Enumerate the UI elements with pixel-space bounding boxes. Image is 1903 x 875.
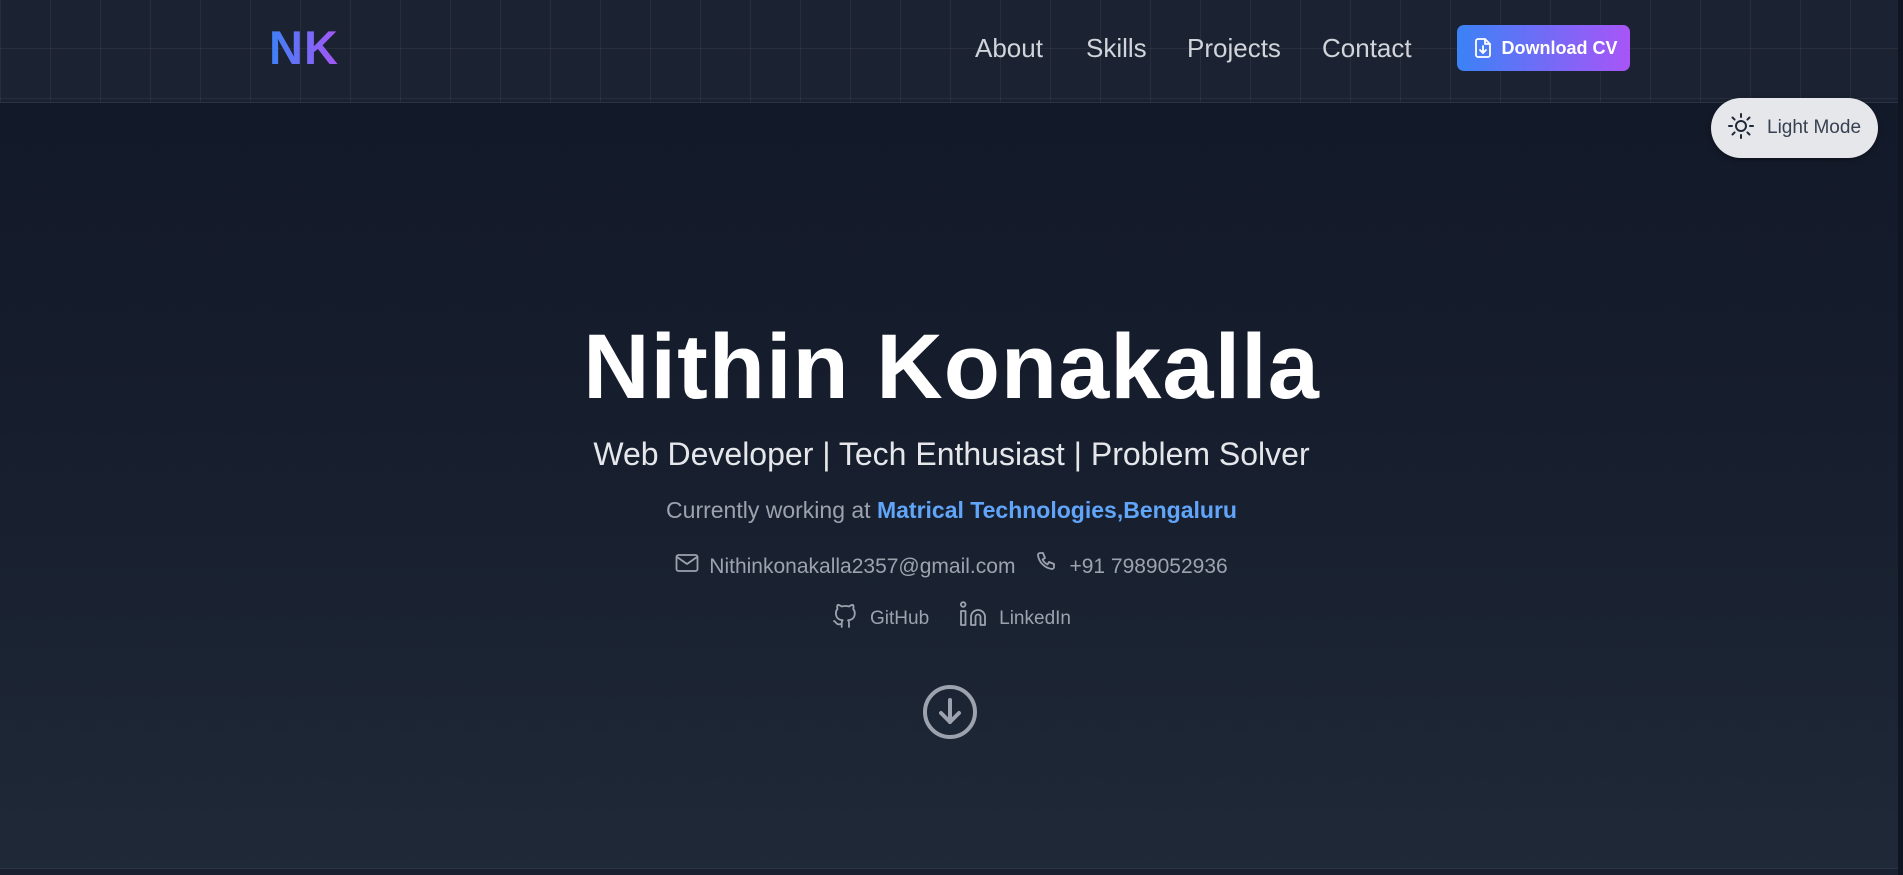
phone-item[interactable]: +91 7989052936	[1035, 550, 1228, 583]
theme-toggle-label: Light Mode	[1767, 117, 1862, 138]
navbar: NK About Skills Projects Contact Downloa…	[0, 0, 1903, 103]
mail-icon	[675, 552, 699, 582]
sun-icon	[1727, 112, 1755, 145]
github-label: GitHub	[870, 608, 930, 629]
linkedin-link[interactable]: LinkedIn	[959, 600, 1071, 638]
company-link[interactable]: Matrical Technologies,Bengaluru	[877, 497, 1237, 523]
hero-name: Nithin Konakalla	[583, 316, 1320, 418]
file-download-icon	[1474, 38, 1492, 58]
phone-text: +91 7989052936	[1069, 554, 1228, 578]
logo[interactable]: NK	[269, 20, 339, 76]
nav-link-projects[interactable]: Projects	[1187, 30, 1281, 66]
arrow-down-circle-icon	[922, 685, 978, 744]
linkedin-icon	[959, 600, 987, 638]
working-prefix: Currently working at	[666, 497, 871, 523]
linkedin-label: LinkedIn	[999, 608, 1071, 629]
scroll-down-button[interactable]	[922, 684, 978, 740]
current-employment: Currently working at Matrical Technologi…	[0, 494, 1903, 526]
email-text: Nithinkonakalla2357@gmail.com	[709, 554, 1016, 578]
nav-link-skills[interactable]: Skills	[1086, 30, 1147, 66]
theme-toggle-button[interactable]: Light Mode	[1711, 98, 1878, 158]
github-icon	[832, 600, 858, 638]
github-link[interactable]: GitHub	[832, 600, 929, 638]
hero-tagline: Web Developer | Tech Enthusiast | Proble…	[593, 436, 1310, 472]
nav-link-contact[interactable]: Contact	[1322, 30, 1412, 66]
contact-info: Nithinkonakalla2357@gmail.com +91 798905…	[0, 550, 1903, 583]
social-links: GitHub LinkedIn	[0, 600, 1903, 638]
phone-icon	[1035, 550, 1059, 583]
section-divider	[0, 868, 1903, 875]
nav-link-about[interactable]: About	[975, 30, 1043, 66]
download-cv-button[interactable]: Download CV	[1457, 25, 1630, 71]
download-cv-label: Download CV	[1501, 37, 1618, 58]
scrollbar-track[interactable]	[1898, 0, 1903, 875]
email-item[interactable]: Nithinkonakalla2357@gmail.com	[675, 552, 1015, 582]
